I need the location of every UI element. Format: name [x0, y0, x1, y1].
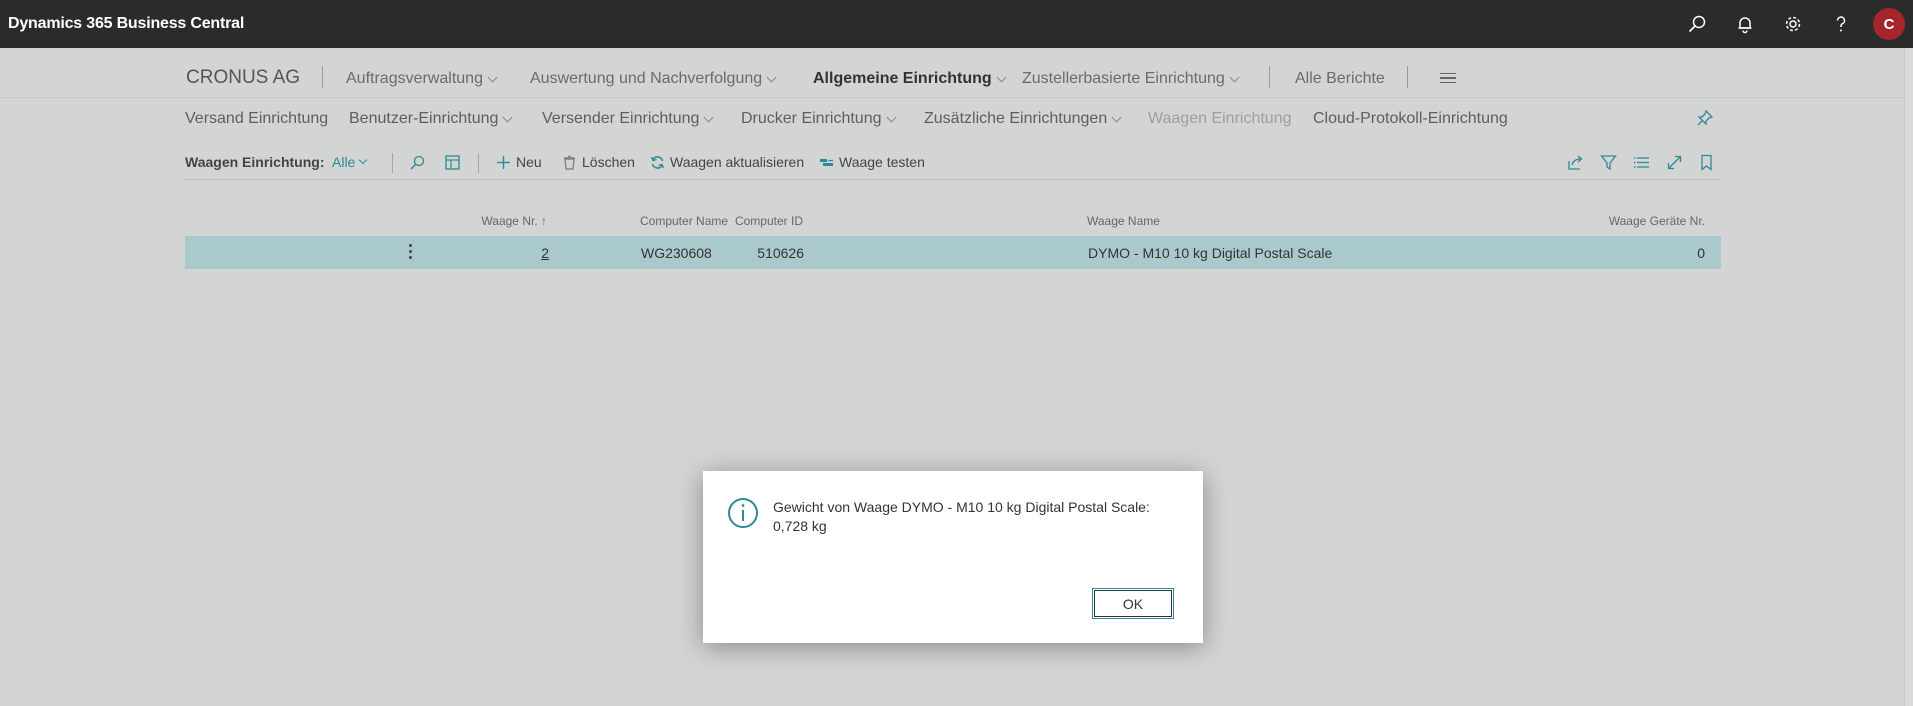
delete-button[interactable]: Löschen	[562, 152, 635, 172]
layout-icon[interactable]	[442, 152, 462, 172]
nav-item-label: Alle Berichte	[1295, 70, 1385, 87]
nav-divider	[322, 66, 323, 88]
app-bar: Dynamics 365 Business Central C	[0, 0, 1913, 48]
cell-waage-name: DYMO - M10 10 kg Digital Postal Scale	[1088, 245, 1333, 261]
info-icon	[728, 498, 758, 528]
refresh-scales-button[interactable]: Waagen aktualisieren	[650, 152, 804, 172]
app-title[interactable]: Dynamics 365 Business Central	[8, 15, 244, 33]
refresh-icon	[650, 155, 665, 169]
app-bar-icons: C	[1673, 0, 1913, 48]
chevron-down-icon	[886, 112, 896, 122]
column-header-waage-name[interactable]: Waage Name	[1087, 214, 1160, 228]
vertical-scrollbar[interactable]	[1904, 48, 1913, 706]
subnav-label: Versand Einrichtung	[185, 110, 329, 127]
nav-item-alle-berichte[interactable]: Alle Berichte	[1295, 70, 1385, 88]
subnav-label: Zusätzliche Einrichtungen	[924, 110, 1108, 127]
cell-computer-name: WG230608	[641, 245, 712, 261]
list-view-icon[interactable]	[1631, 152, 1651, 172]
subnav-label: Benutzer-Einrichtung	[349, 110, 499, 127]
more-menu-icon[interactable]	[1440, 73, 1456, 83]
refresh-scales-label: Waagen aktualisieren	[670, 154, 805, 170]
view-filter-dropdown[interactable]: Alle	[332, 154, 368, 170]
dialog-message-line: Gewicht von Waage DYMO - M10 10 kg Digit…	[773, 499, 1150, 515]
column-header-geraete-nr[interactable]: Waage Geräte Nr.	[1609, 214, 1705, 228]
subnav-label: Drucker Einrichtung	[741, 110, 882, 127]
row-actions-icon[interactable]	[409, 244, 413, 260]
column-header-waage-nr[interactable]: Waage Nr. ↑	[481, 214, 547, 228]
delete-button-label: Löschen	[582, 154, 635, 170]
action-bar: Waagen Einrichtung: Alle Neu Löschen Waa…	[185, 146, 1721, 180]
subnav-versender-einrichtung[interactable]: Versender Einrichtung	[542, 110, 714, 128]
new-button-label: Neu	[516, 154, 542, 170]
subnav-benutzer-einrichtung[interactable]: Benutzer-Einrichtung	[349, 110, 513, 128]
chevron-down-icon	[502, 112, 513, 122]
test-scale-label: Waage testen	[839, 154, 925, 170]
chevron-down-icon	[996, 72, 1007, 82]
expand-icon[interactable]	[1664, 152, 1684, 172]
chevron-down-icon	[703, 112, 714, 122]
column-header-computer-name[interactable]: Computer Name	[640, 214, 728, 228]
navigation-bar: CRONUS AG Auftragsverwaltung Auswertung …	[0, 48, 1913, 98]
message-dialog: Gewicht von Waage DYMO - M10 10 kg Digit…	[703, 471, 1203, 643]
test-scale-icon	[820, 158, 833, 166]
table-header: Waage Nr. ↑ Computer ID Computer Name Wa…	[185, 212, 1721, 232]
nav-item-label: Auswertung und Nachverfolgung	[530, 70, 763, 87]
cell-geraete-nr: 0	[1697, 245, 1705, 261]
subnav-label: Cloud-Protokoll-Einrichtung	[1313, 110, 1508, 127]
nav-item-label: Auftragsverwaltung	[346, 70, 483, 87]
nav-item-auftragsverwaltung[interactable]: Auftragsverwaltung	[346, 70, 498, 88]
nav-divider	[1407, 66, 1408, 88]
view-filter-value: Alle	[332, 154, 356, 170]
nav-item-auswertung[interactable]: Auswertung und Nachverfolgung	[530, 70, 777, 88]
nav-item-label: Allgemeine Einrichtung	[813, 70, 992, 87]
search-icon[interactable]	[1673, 0, 1721, 48]
action-divider	[478, 153, 479, 173]
ok-button[interactable]: OK	[1092, 588, 1174, 619]
cell-computer-id: 510626	[757, 245, 804, 261]
subnav-zusaetzliche-einrichtungen[interactable]: Zusätzliche Einrichtungen	[924, 110, 1122, 128]
subnav-label: Versender Einrichtung	[542, 110, 700, 127]
trash-icon	[564, 155, 575, 170]
nav-divider	[1269, 66, 1270, 88]
chevron-down-icon	[359, 155, 368, 165]
pin-icon[interactable]	[1696, 109, 1714, 127]
column-header-label: Waage Nr.	[481, 214, 538, 228]
share-icon[interactable]	[1565, 152, 1585, 172]
subnav-versand-einrichtung[interactable]: Versand Einrichtung	[185, 110, 328, 128]
page-title: Waagen Einrichtung:	[185, 154, 325, 170]
filter-icon[interactable]	[1598, 152, 1618, 172]
chevron-down-icon	[766, 72, 777, 82]
nav-item-label: Zustellerbasierte Einrichtung	[1022, 70, 1225, 87]
search-icon[interactable]	[407, 152, 427, 172]
dialog-message: Gewicht von Waage DYMO - M10 10 kg Digit…	[773, 498, 1183, 536]
table-row[interactable]: 2 510626 WG230608 DYMO - M10 10 kg Digit…	[185, 236, 1721, 269]
chevron-down-icon	[1229, 72, 1240, 82]
bookmark-icon[interactable]	[1696, 152, 1716, 172]
subnav-waagen-einrichtung: Waagen Einrichtung	[1148, 110, 1292, 128]
dialog-weight-value: 0,728 kg	[773, 518, 827, 534]
sort-ascending-icon: ↑	[541, 214, 547, 228]
company-name[interactable]: CRONUS AG	[186, 67, 300, 89]
column-header-computer-id[interactable]: Computer ID	[735, 214, 803, 228]
help-icon[interactable]	[1817, 0, 1865, 48]
action-divider	[392, 153, 393, 173]
plus-icon	[497, 155, 510, 169]
bell-icon[interactable]	[1721, 0, 1769, 48]
chevron-down-icon	[487, 72, 498, 82]
subnav-drucker-einrichtung[interactable]: Drucker Einrichtung	[741, 110, 896, 128]
nav-item-allgemeine-einrichtung[interactable]: Allgemeine Einrichtung	[813, 70, 1007, 88]
subnav-label: Waagen Einrichtung	[1148, 110, 1292, 127]
avatar[interactable]: C	[1873, 8, 1905, 40]
cell-waage-nr[interactable]: 2	[541, 245, 549, 261]
gear-icon[interactable]	[1769, 0, 1817, 48]
new-button[interactable]: Neu	[496, 152, 542, 172]
chevron-down-icon	[1111, 112, 1122, 122]
nav-item-zustellerbasierte-einrichtung[interactable]: Zustellerbasierte Einrichtung	[1022, 70, 1240, 88]
test-scale-button[interactable]: Waage testen	[819, 152, 925, 172]
subnav-cloud-protokoll-einrichtung[interactable]: Cloud-Protokoll-Einrichtung	[1313, 110, 1508, 128]
